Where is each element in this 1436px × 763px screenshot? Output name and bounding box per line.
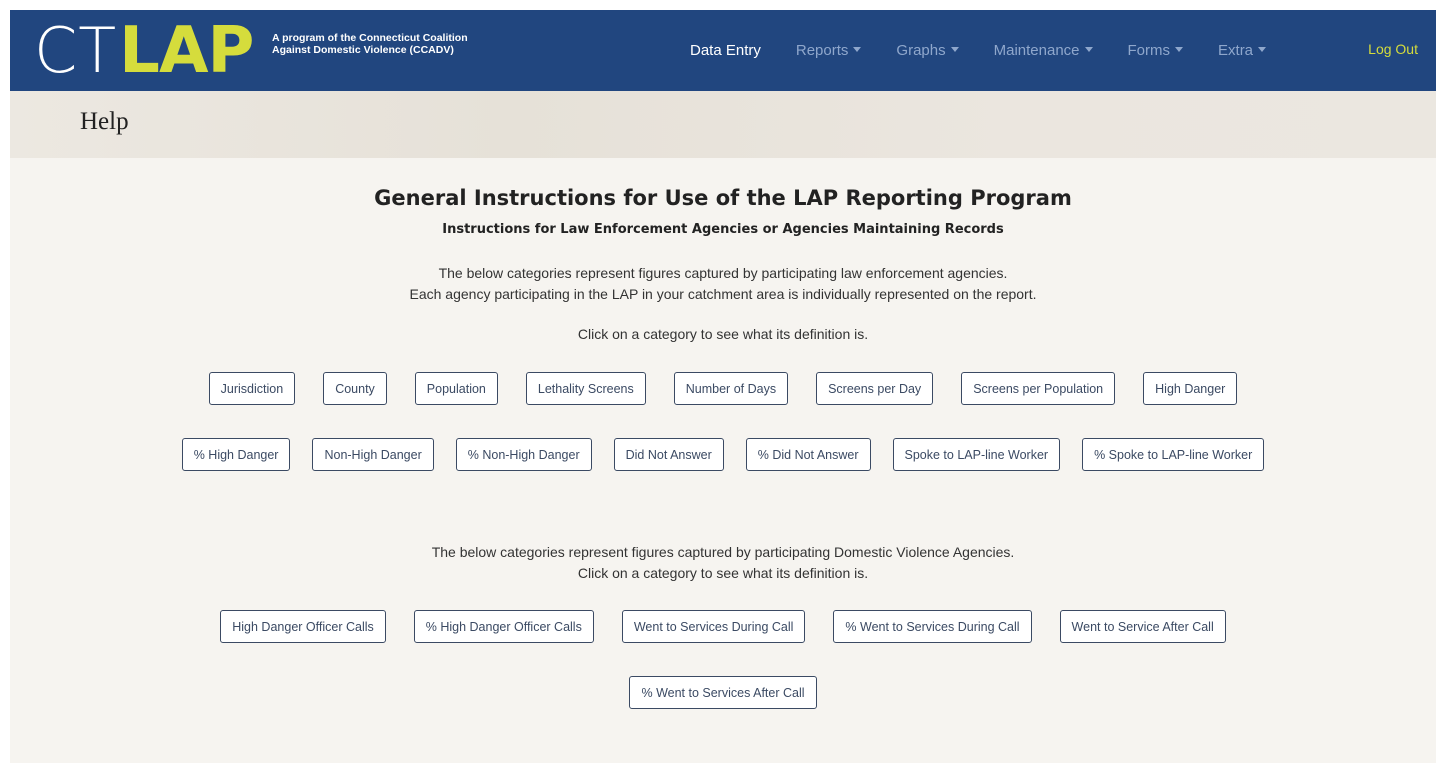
category-screens-per-population-button[interactable]: Screens per Population	[961, 372, 1116, 405]
category-lethality-screens-button[interactable]: Lethality Screens	[525, 372, 646, 405]
main-heading: General Instructions for Use of the LAP …	[374, 186, 1072, 210]
tagline-line-2: Against Domestic Violence (CCADV)	[272, 44, 454, 56]
category-non-high-danger-button[interactable]: Non-High Danger	[312, 438, 434, 471]
le-click-hint: Click on a category to see what its defi…	[577, 326, 869, 342]
nav-maintenance[interactable]: Maintenance	[994, 42, 1093, 59]
dv-intro-line-1: The below categories represent figures c…	[431, 544, 1015, 560]
nav-extra-label: Extra	[1218, 42, 1254, 59]
dv-intro: The below categories represent figures c…	[10, 542, 1436, 584]
app-frame: CT LAP A program of the Connecticut Coal…	[10, 10, 1436, 763]
category-high-danger-officer-calls-button[interactable]: High Danger Officer Calls	[220, 610, 386, 643]
le-intro: The below categories represent figures c…	[10, 263, 1436, 305]
chevron-down-icon	[950, 47, 959, 52]
ctlap-logo[interactable]: CT LAP	[34, 14, 254, 88]
nav-maintenance-label: Maintenance	[993, 42, 1080, 59]
category-pct-high-danger-button[interactable]: % High Danger	[181, 438, 291, 471]
category-high-danger-button[interactable]: High Danger	[1143, 372, 1238, 405]
logo-ct-text: CT	[34, 14, 118, 87]
category-population-button[interactable]: Population	[414, 372, 498, 405]
category-went-to-service-after-call-button[interactable]: Went to Service After Call	[1059, 610, 1226, 643]
category-screens-per-day-button[interactable]: Screens per Day	[816, 372, 934, 405]
category-pct-high-danger-officer-calls-button[interactable]: % High Danger Officer Calls	[413, 610, 594, 643]
tagline: A program of the Connecticut Coalition A…	[272, 32, 468, 56]
logo-lap-text: LAP	[119, 14, 254, 88]
nav-menu: Data Entry Reports Graphs Maintenance Fo…	[690, 10, 1301, 91]
logout-link[interactable]: Log Out	[1368, 41, 1418, 57]
nav-forms[interactable]: Forms	[1128, 42, 1184, 59]
category-pct-spoke-to-lap-line-worker-button[interactable]: % Spoke to LAP-line Worker	[1082, 438, 1265, 471]
category-spoke-to-lap-line-worker-button[interactable]: Spoke to LAP-line Worker	[892, 438, 1061, 471]
category-number-of-days-button[interactable]: Number of Days	[673, 372, 789, 405]
category-jurisdiction-button[interactable]: Jurisdiction	[208, 372, 296, 405]
nav-data-entry-label: Data Entry	[690, 42, 761, 59]
nav-forms-label: Forms	[1127, 42, 1171, 59]
category-went-to-services-during-call-button[interactable]: Went to Services During Call	[621, 610, 806, 643]
category-did-not-answer-button[interactable]: Did Not Answer	[613, 438, 724, 471]
dv-category-row-1: High Danger Officer Calls % High Danger …	[10, 610, 1436, 643]
le-intro-line-2: Each agency participating in the LAP in …	[409, 286, 1037, 302]
le-category-row-2: % High Danger Non-High Danger % Non-High…	[10, 438, 1436, 471]
help-content: General Instructions for Use of the LAP …	[10, 158, 1436, 763]
chevron-down-icon	[1084, 47, 1093, 52]
navbar: CT LAP A program of the Connecticut Coal…	[10, 10, 1436, 91]
nav-reports-label: Reports	[795, 42, 849, 59]
chevron-down-icon	[853, 47, 862, 52]
page-header-band: Help	[10, 91, 1436, 158]
nav-graphs[interactable]: Graphs	[896, 42, 959, 59]
le-category-row-1: Jurisdiction County Population Lethality…	[10, 372, 1436, 405]
nav-graphs-label: Graphs	[896, 42, 946, 59]
le-intro-line-1: The below categories represent figures c…	[438, 265, 1008, 281]
nav-data-entry[interactable]: Data Entry	[690, 42, 761, 59]
category-pct-went-to-services-after-call-button[interactable]: % Went to Services After Call	[629, 676, 817, 709]
dv-category-row-2: % Went to Services After Call	[10, 676, 1436, 709]
category-county-button[interactable]: County	[323, 372, 387, 405]
dv-intro-line-2: Click on a category to see what its defi…	[577, 565, 869, 581]
page-title: Help	[80, 108, 129, 135]
tagline-line-1: A program of the Connecticut Coalition	[272, 32, 468, 44]
category-pct-went-to-services-during-call-button[interactable]: % Went to Services During Call	[833, 610, 1032, 643]
chevron-down-icon	[1258, 47, 1267, 52]
category-pct-non-high-danger-button[interactable]: % Non-High Danger	[455, 438, 592, 471]
nav-reports[interactable]: Reports	[796, 42, 862, 59]
category-pct-did-not-answer-button[interactable]: % Did Not Answer	[745, 438, 871, 471]
nav-extra[interactable]: Extra	[1218, 42, 1267, 59]
chevron-down-icon	[1175, 47, 1184, 52]
sub-heading: Instructions for Law Enforcement Agencie…	[442, 222, 1004, 237]
